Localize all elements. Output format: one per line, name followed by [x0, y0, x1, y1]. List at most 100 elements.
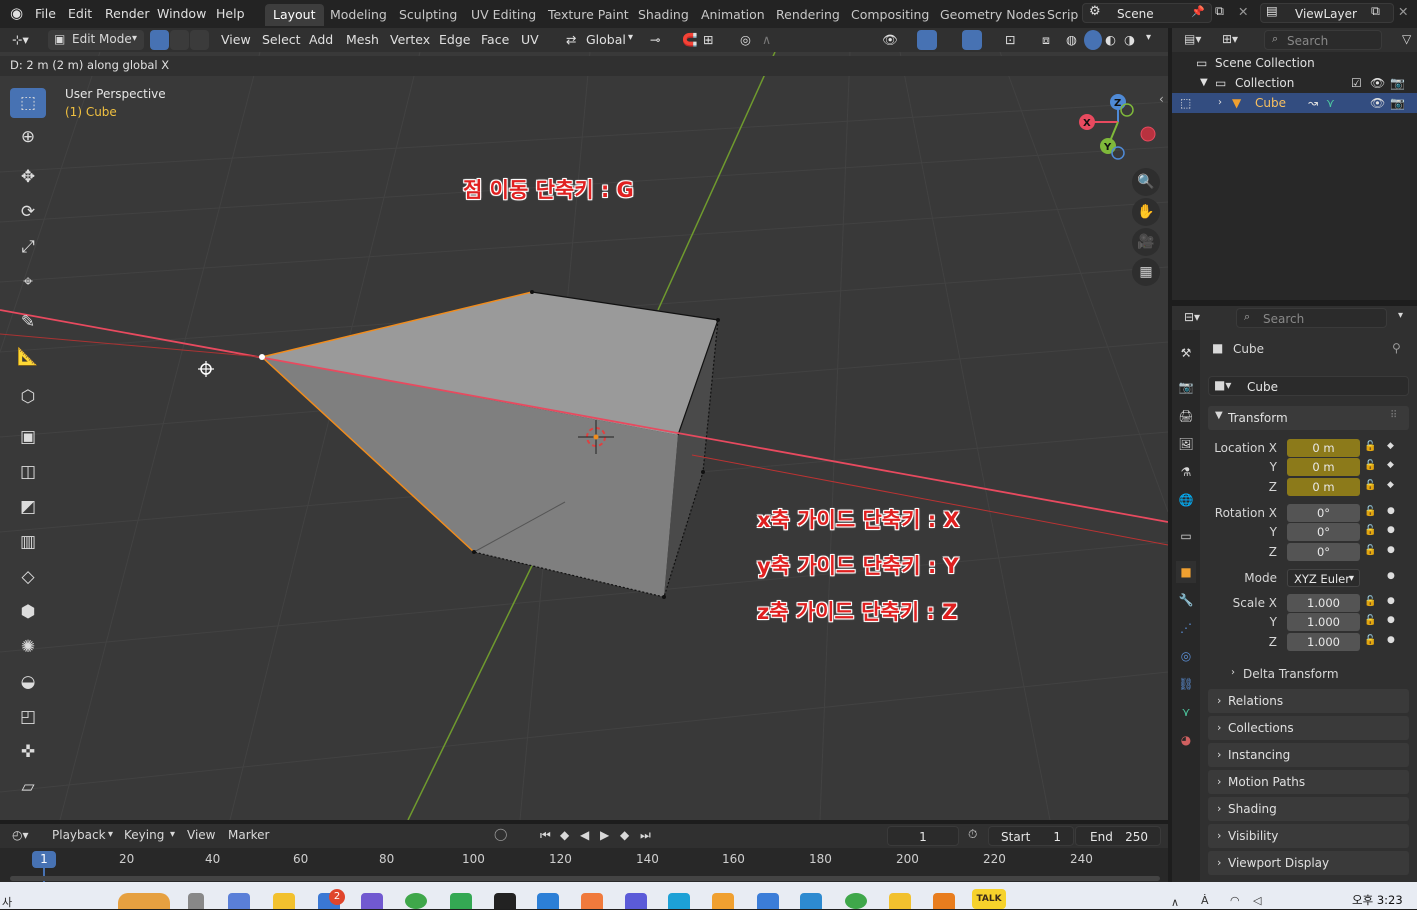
tab-rendering[interactable]: Rendering [768, 4, 848, 26]
rotate-tool-icon[interactable]: ⟳ [10, 197, 46, 227]
task-view-icon[interactable] [188, 893, 204, 909]
menu-select[interactable]: Select [262, 32, 301, 47]
snap-icon[interactable]: 🧲 [682, 32, 698, 48]
measure-tool-icon[interactable]: 📐 [10, 342, 46, 372]
menu-help[interactable]: Help [216, 6, 245, 21]
blender-taskbar-icon[interactable] [933, 893, 955, 909]
outliner-search-input[interactable]: Search [1264, 30, 1382, 50]
vscode-icon[interactable] [537, 893, 559, 909]
panel-shading[interactable]: Shading [1208, 797, 1409, 821]
outliner-row-collection[interactable]: ▼ ▭ Collection ☑ 👁 📷 [1172, 73, 1417, 93]
pan-hand-icon[interactable]: ✋ [1132, 198, 1160, 226]
shading-options-icon[interactable]: ▾ [1146, 32, 1151, 43]
panel-viewport-display[interactable]: Viewport Display [1208, 851, 1409, 875]
tab-texture-paint[interactable]: Texture Paint [540, 4, 637, 26]
snap-target-icon[interactable]: ⊞ [703, 32, 713, 47]
app-icon[interactable] [581, 893, 603, 909]
keyframe-icon[interactable]: ◆ [1387, 480, 1394, 490]
menu-uv[interactable]: UV [521, 32, 539, 47]
lock-icon[interactable]: 🔓 [1364, 635, 1376, 646]
tab-uv-editing[interactable]: UV Editing [463, 4, 544, 26]
panel-visibility[interactable]: Visibility [1208, 824, 1409, 848]
menu-view[interactable]: View [187, 828, 215, 842]
keyframe-icon[interactable]: ◆ [1387, 441, 1394, 451]
selected-vertex[interactable] [259, 354, 265, 360]
material-shading-icon[interactable]: ◐ [1105, 32, 1116, 47]
rotation-z-field[interactable]: 0° [1287, 543, 1360, 561]
jump-start-icon[interactable]: ⏮ [540, 828, 551, 843]
prev-keyframe-icon[interactable]: ◆ [560, 828, 569, 842]
editor-type-icon[interactable]: ◴▾ [12, 828, 29, 842]
scene-tab-icon[interactable]: ⚗ [1176, 461, 1196, 483]
wireframe-shading-icon[interactable]: ◍ [1066, 32, 1077, 47]
lock-icon[interactable]: 🔓 [1364, 441, 1376, 452]
edge-slide-tool-icon[interactable]: ◰ [10, 702, 46, 732]
clock-time[interactable]: 오후 3:23 [1352, 892, 1403, 908]
tab-shading[interactable]: Shading [630, 4, 697, 26]
mode-selector[interactable]: ▣ Edit Mode ▾ [48, 30, 144, 50]
camera-view-icon[interactable]: 🎥 [1132, 228, 1160, 256]
edge-icon[interactable] [668, 893, 690, 909]
gizmo-toggle-button[interactable] [917, 30, 937, 50]
vertex-select-button[interactable] [150, 30, 169, 50]
keyframe-dot-icon[interactable]: ● [1387, 635, 1395, 645]
location-x-field[interactable]: 0 m [1287, 439, 1360, 457]
panel-motion-paths[interactable]: Motion Paths [1208, 770, 1409, 794]
smooth-tool-icon[interactable]: ◒ [10, 667, 46, 697]
collection-tab-icon[interactable]: ▭ [1176, 525, 1196, 547]
data-tab-icon[interactable]: ⋎ [1176, 701, 1196, 723]
editor-type-icon[interactable]: ▤▾ [1184, 32, 1201, 46]
shear-tool-icon[interactable]: ▱ [10, 772, 46, 802]
chevron-right-icon[interactable]: › [1218, 93, 1222, 113]
object-tab-icon[interactable]: ■ [1176, 561, 1196, 583]
tab-sculpting[interactable]: Sculpting [391, 4, 465, 26]
outliner-row-cube[interactable]: ⬚ › ▼ Cube ↝ ⋎ 👁 📷 [1172, 93, 1417, 113]
falloff-icon[interactable]: ∧ [762, 32, 771, 47]
cursor-tool-icon[interactable]: ⊕ [10, 122, 46, 152]
pivot-icon[interactable]: ⊸ [650, 32, 660, 47]
menu-marker[interactable]: Marker [228, 828, 269, 842]
transform-tool-icon[interactable]: ⌖ [10, 267, 46, 297]
eye-icon[interactable]: 👁 [1370, 73, 1385, 93]
shrink-fatten-tool-icon[interactable]: ✜ [10, 737, 46, 767]
zoom-icon[interactable]: 🔍 [1132, 168, 1160, 196]
pin-icon[interactable]: ⚲ [1392, 341, 1401, 355]
kakaotalk-icon[interactable]: TALK [972, 889, 1006, 909]
app-icon[interactable] [712, 893, 734, 909]
orientation-selector[interactable]: Global [586, 32, 626, 47]
properties-search-input[interactable]: Search [1236, 308, 1387, 328]
chevron-down-icon[interactable]: ▼ [1200, 73, 1208, 93]
chevron-down-icon[interactable]: ▾ [1398, 310, 1403, 321]
camera-icon[interactable]: 📷 [1390, 93, 1405, 113]
rendered-shading-icon[interactable]: ◑ [1124, 32, 1135, 47]
jump-end-icon[interactable]: ⏭ [640, 828, 651, 843]
loop-cut-tool-icon[interactable]: ▥ [10, 527, 46, 557]
sidebar-toggle-icon[interactable]: ‹ [1159, 92, 1164, 106]
lock-icon[interactable]: 🔓 [1364, 460, 1376, 471]
timeline-scrollbar[interactable] [10, 876, 1160, 881]
xray-mesh-icon[interactable]: ⊡ [1005, 32, 1015, 47]
lock-icon[interactable]: 🔓 [1364, 545, 1376, 556]
physics-tab-icon[interactable]: ◎ [1176, 645, 1196, 667]
tab-scripting[interactable]: Scrip [1039, 4, 1086, 26]
play-icon[interactable]: ▶ [600, 828, 609, 842]
chrome-icon[interactable] [845, 893, 867, 909]
tab-animation[interactable]: Animation [693, 4, 773, 26]
pin-icon[interactable]: 📌 [1191, 5, 1205, 18]
menu-edit[interactable]: Edit [68, 6, 92, 21]
clock-icon[interactable]: ⏱ [968, 827, 977, 842]
3d-viewport[interactable]: Z X Y ⬚ ⊕ ✥ ⟳ ⤢ ⌖ ✎ 📐 ⬡ ▣ ◫ ◩ ▥ ◇ ⬢ ✺ ◒ … [0, 52, 1168, 820]
spin-tool-icon[interactable]: ✺ [10, 632, 46, 662]
xray-icon[interactable]: ⧈ [1042, 32, 1050, 48]
constraints-tab-icon[interactable]: ⛓ [1176, 673, 1196, 695]
menu-window[interactable]: Window [157, 6, 206, 21]
view-layer-tab-icon[interactable]: 🖼 [1176, 433, 1196, 455]
lock-icon[interactable]: 🔓 [1364, 480, 1376, 491]
file-explorer-icon[interactable] [273, 893, 295, 909]
record-icon[interactable]: ◯ [494, 827, 507, 841]
object-name-field[interactable]: Cube [1208, 376, 1409, 396]
delta-transform-header[interactable]: Delta Transform [1243, 667, 1339, 681]
scale-y-field[interactable]: 1.000 [1287, 613, 1360, 631]
close-scene-icon[interactable]: ✕ [1238, 4, 1248, 19]
outliner-row-scene-collection[interactable]: ▭ Scene Collection [1172, 53, 1417, 73]
